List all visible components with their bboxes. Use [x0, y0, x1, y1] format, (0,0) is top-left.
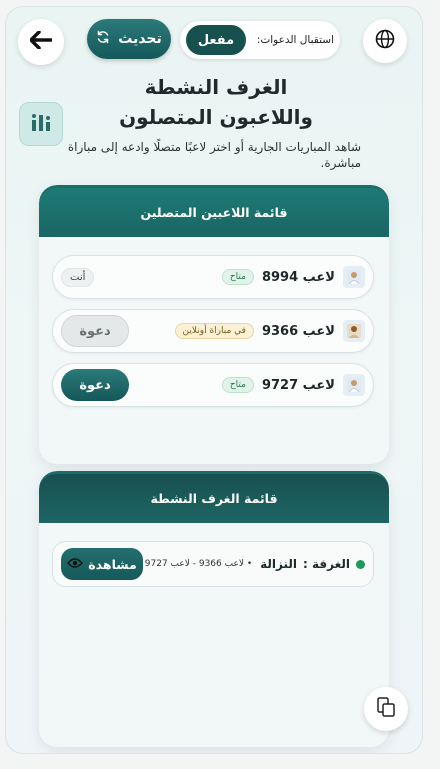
active-rooms-header: قائمة الغرف النشطة [39, 471, 389, 523]
back-button[interactable] [18, 19, 64, 65]
player-name: لاعب 9366 [261, 323, 335, 339]
refresh-label: تحديث [118, 31, 162, 47]
status-badge: في مباراة أونلاين [174, 323, 254, 339]
stats-button[interactable] [19, 102, 63, 146]
page-title: الغرف النشطة [144, 75, 288, 99]
invites-label: استقبال الدعوات: [256, 34, 334, 46]
page-title-line2: واللاعبون المتصلون [119, 105, 313, 129]
room-row: الغرفة : النزالة • لاعب 9366 - لاعب 9727… [52, 541, 374, 587]
arrow-left-icon [29, 30, 53, 53]
active-rooms-card: قائمة الغرف النشطة الغرفة : النزالة • لا… [39, 471, 389, 747]
player-row: لاعب 9727 متاح دعوة [52, 363, 374, 407]
app-frame: تحديث استقبال الدعوات: مفعل الغرف النشطة… [5, 6, 423, 754]
language-button[interactable] [363, 19, 407, 63]
globe-icon [375, 29, 395, 53]
player-name: لاعب 8994 [261, 269, 335, 285]
player-avatar-icon [343, 320, 365, 342]
watch-label: مشاهدة [88, 556, 137, 572]
switch-icon [375, 696, 397, 722]
invite-button[interactable]: دعوة [61, 369, 129, 401]
invites-setting: استقبال الدعوات: مفعل [180, 21, 340, 59]
invites-toggle[interactable]: مفعل [186, 25, 246, 55]
online-players-header: قائمة اللاعبين المتصلين [39, 185, 389, 237]
refresh-button[interactable]: تحديث [87, 19, 171, 59]
live-status-dot [356, 559, 365, 569]
eye-icon [67, 557, 84, 572]
player-row: لاعب 8994 متاح أنت [52, 255, 374, 299]
switch-view-button[interactable] [364, 687, 408, 731]
room-players: • لاعب 9366 - لاعب 9727 [144, 559, 253, 569]
room-label: الغرفة : [303, 557, 350, 571]
player-avatar-icon [343, 374, 365, 396]
bar-chart-icon [29, 110, 53, 138]
you-tag: أنت [61, 267, 95, 287]
invite-button[interactable]: دعوة [61, 315, 129, 347]
player-avatar-icon [343, 266, 365, 288]
player-row: لاعب 9366 في مباراة أونلاين دعوة [52, 309, 374, 353]
status-badge: متاح [221, 377, 254, 393]
page-subtitle: شاهد المباريات الجارية أو اختر لاعبًا مت… [67, 140, 361, 170]
online-players-card: قائمة اللاعبين المتصلين لاعب 8994 متاح أ… [39, 185, 389, 464]
room-name: النزالة [260, 557, 298, 571]
refresh-icon [96, 30, 110, 48]
status-badge: متاح [221, 269, 254, 285]
watch-button[interactable]: مشاهدة [61, 548, 143, 580]
player-name: لاعب 9727 [261, 377, 335, 393]
